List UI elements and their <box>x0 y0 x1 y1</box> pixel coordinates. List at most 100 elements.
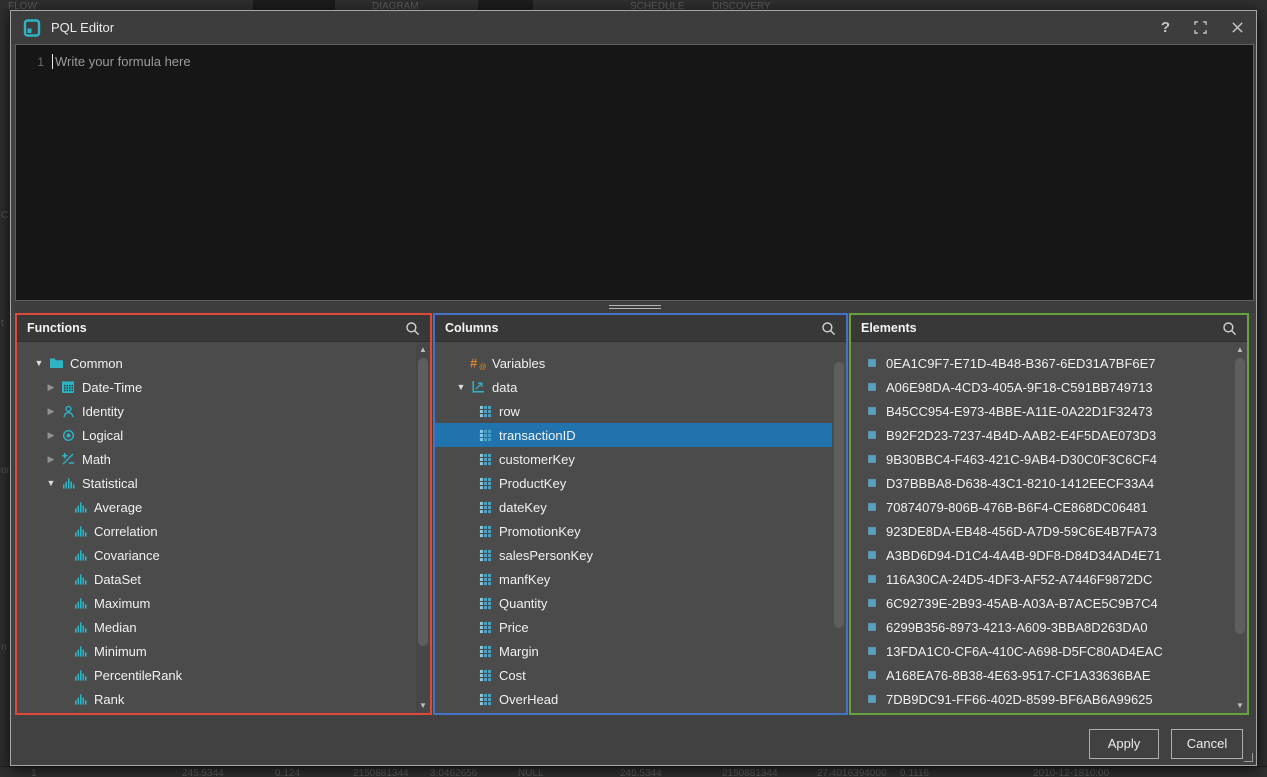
list-item[interactable]: 7DB9DC91-FF66-402D-8599-BF6AB6A99625 <box>851 687 1247 711</box>
list-item[interactable]: 6C92739E-2B93-45AB-A03A-B7ACE5C9B7C4 <box>851 591 1247 615</box>
columns-scrollbar[interactable] <box>832 342 846 713</box>
background-tab-label: SCHEDULE <box>630 1 684 10</box>
tree-item-minimum[interactable]: Minimum <box>17 639 430 663</box>
dialog-titlebar[interactable]: PQL Editor ? <box>11 11 1256 44</box>
tree-item-date-time[interactable]: ▶Date-Time <box>17 375 430 399</box>
tree-item-correlation[interactable]: Correlation <box>17 519 430 543</box>
list-item[interactable]: 6299B356-8973-4213-A609-3BBA8D263DA0 <box>851 615 1247 639</box>
item-label: Quantity <box>499 596 547 611</box>
person-icon <box>59 404 77 419</box>
tree-item-maximum[interactable]: Maximum <box>17 591 430 615</box>
formula-editor[interactable]: 1 Write your formula here <box>15 44 1254 301</box>
tree-item-statistical[interactable]: ▼Statistical <box>17 471 430 495</box>
tree-item-covariance[interactable]: Covariance <box>17 543 430 567</box>
list-item[interactable]: 13FDA1C0-CF6A-410C-A698-D5FC80AD4EAC <box>851 639 1247 663</box>
help-button[interactable]: ? <box>1161 19 1170 36</box>
background-cell-value: 0.124 <box>275 768 300 777</box>
tree-item-identity[interactable]: ▶Identity <box>17 399 430 423</box>
search-icon[interactable] <box>1222 321 1237 336</box>
list-item[interactable]: 70874079-806B-476B-B6F4-CE868DC06481 <box>851 495 1247 519</box>
tree-item-margin[interactable]: Margin <box>435 639 846 663</box>
expander-right-icon[interactable]: ▶ <box>43 430 59 441</box>
maximize-button[interactable] <box>1194 21 1207 34</box>
expander-right-icon[interactable]: ▶ <box>43 382 59 393</box>
item-label: PromotionKey <box>499 524 581 539</box>
list-item[interactable]: B92F2D23-7237-4B4D-AAB2-E4F5DAE073D3 <box>851 423 1247 447</box>
functions-panel: Functions ▼Common▶Date-Time▶Identity▶Log… <box>15 313 432 715</box>
item-label: B92F2D23-7237-4B4D-AAB2-E4F5DAE073D3 <box>886 428 1156 443</box>
apply-button[interactable]: Apply <box>1089 729 1159 759</box>
tree-item-rank[interactable]: Rank <box>17 687 430 711</box>
list-item[interactable]: A06E98DA-4CD3-405A-9F18-C591BB749713 <box>851 375 1247 399</box>
bar-chart-icon <box>71 668 89 683</box>
item-label: Cost <box>499 668 526 683</box>
item-label: Median <box>94 620 137 635</box>
scroll-down-icon[interactable]: ▼ <box>416 701 430 710</box>
item-label: Price <box>499 620 529 635</box>
square-icon <box>863 428 881 443</box>
editor-splitter[interactable] <box>15 301 1254 313</box>
list-item[interactable]: 9B30BBC4-F463-421C-9AB4-D30C0F3C6CF4 <box>851 447 1247 471</box>
tree-item-math[interactable]: ▶Math <box>17 447 430 471</box>
expander-right-icon[interactable]: ▶ <box>43 406 59 417</box>
search-icon[interactable] <box>405 321 420 336</box>
tree-item-percentilerank[interactable]: PercentileRank <box>17 663 430 687</box>
tree-item-average[interactable]: Average <box>17 495 430 519</box>
column-grid-icon <box>476 428 494 443</box>
tree-item-variables[interactable]: #@Variables <box>435 351 846 375</box>
tree-item-transactionid[interactable]: transactionID <box>435 423 832 447</box>
tree-item-common[interactable]: ▼Common <box>17 351 430 375</box>
expander-down-icon[interactable]: ▼ <box>43 478 59 488</box>
folder-icon <box>47 356 65 371</box>
resize-grip[interactable] <box>1244 753 1253 762</box>
scrollbar-thumb[interactable] <box>418 358 428 646</box>
bar-chart-icon <box>71 548 89 563</box>
square-icon <box>863 500 881 515</box>
background-left-label: n <box>1 642 7 653</box>
search-icon[interactable] <box>821 321 836 336</box>
background-tab <box>253 0 335 10</box>
tree-item-promotionkey[interactable]: PromotionKey <box>435 519 846 543</box>
scrollbar-thumb[interactable] <box>1235 358 1245 634</box>
tree-item-price[interactable]: Price <box>435 615 846 639</box>
list-item[interactable]: 0EA1C9F7-E71D-4B48-B367-6ED31A7BF6E7 <box>851 351 1247 375</box>
functions-scrollbar[interactable]: ▲ ▼ <box>416 342 430 713</box>
list-item[interactable]: 923DE8DA-EB48-456D-A7D9-59C6E4B7FA73 <box>851 519 1247 543</box>
column-grid-icon <box>476 596 494 611</box>
expander-right-icon[interactable]: ▶ <box>43 454 59 465</box>
scroll-up-icon[interactable]: ▲ <box>1233 345 1247 354</box>
cancel-button[interactable]: Cancel <box>1171 729 1243 759</box>
scroll-up-icon[interactable]: ▲ <box>416 345 430 354</box>
list-item[interactable]: D37BBBA8-D638-43C1-8210-1412EECF33A4 <box>851 471 1247 495</box>
tree-item-data[interactable]: ▼data <box>435 375 846 399</box>
tree-item-cost[interactable]: Cost <box>435 663 846 687</box>
tree-item-row[interactable]: row <box>435 399 846 423</box>
scrollbar-thumb[interactable] <box>834 362 844 628</box>
tree-item-manfkey[interactable]: manfKey <box>435 567 846 591</box>
tree-item-dataset[interactable]: DataSet <box>17 567 430 591</box>
bar-chart-icon <box>71 644 89 659</box>
list-item[interactable]: A3BD6D94-D1C4-4A4B-9DF8-D84D34AD4E71 <box>851 543 1247 567</box>
scroll-down-icon[interactable]: ▼ <box>1233 701 1247 710</box>
tree-item-customerkey[interactable]: customerKey <box>435 447 846 471</box>
splitter-grip <box>609 308 661 309</box>
tree-item-overhead[interactable]: OverHead <box>435 687 846 711</box>
background-cell-value: 245.5344 <box>620 768 662 777</box>
elements-scrollbar[interactable]: ▲ ▼ <box>1233 342 1247 713</box>
tree-item-productkey[interactable]: ProductKey <box>435 471 846 495</box>
list-item[interactable]: 116A30CA-24D5-4DF3-AF52-A7446F9872DC <box>851 567 1247 591</box>
tree-item-logical[interactable]: ▶Logical <box>17 423 430 447</box>
panel-title: Columns <box>445 321 821 335</box>
square-icon <box>863 572 881 587</box>
tree-item-salespersonkey[interactable]: salesPersonKey <box>435 543 846 567</box>
tree-item-median[interactable]: Median <box>17 615 430 639</box>
background-cell-value: NULL <box>518 768 544 777</box>
expander-down-icon[interactable]: ▼ <box>31 358 47 368</box>
list-item[interactable]: A168EA76-8B38-4E63-9517-CF1A33636BAE <box>851 663 1247 687</box>
expander-down-icon[interactable]: ▼ <box>453 382 469 392</box>
close-button[interactable] <box>1231 21 1244 34</box>
tree-item-datekey[interactable]: dateKey <box>435 495 846 519</box>
plus-minus-icon <box>59 452 77 467</box>
list-item[interactable]: B45CC954-E973-4BBE-A11E-0A22D1F32473 <box>851 399 1247 423</box>
tree-item-quantity[interactable]: Quantity <box>435 591 846 615</box>
